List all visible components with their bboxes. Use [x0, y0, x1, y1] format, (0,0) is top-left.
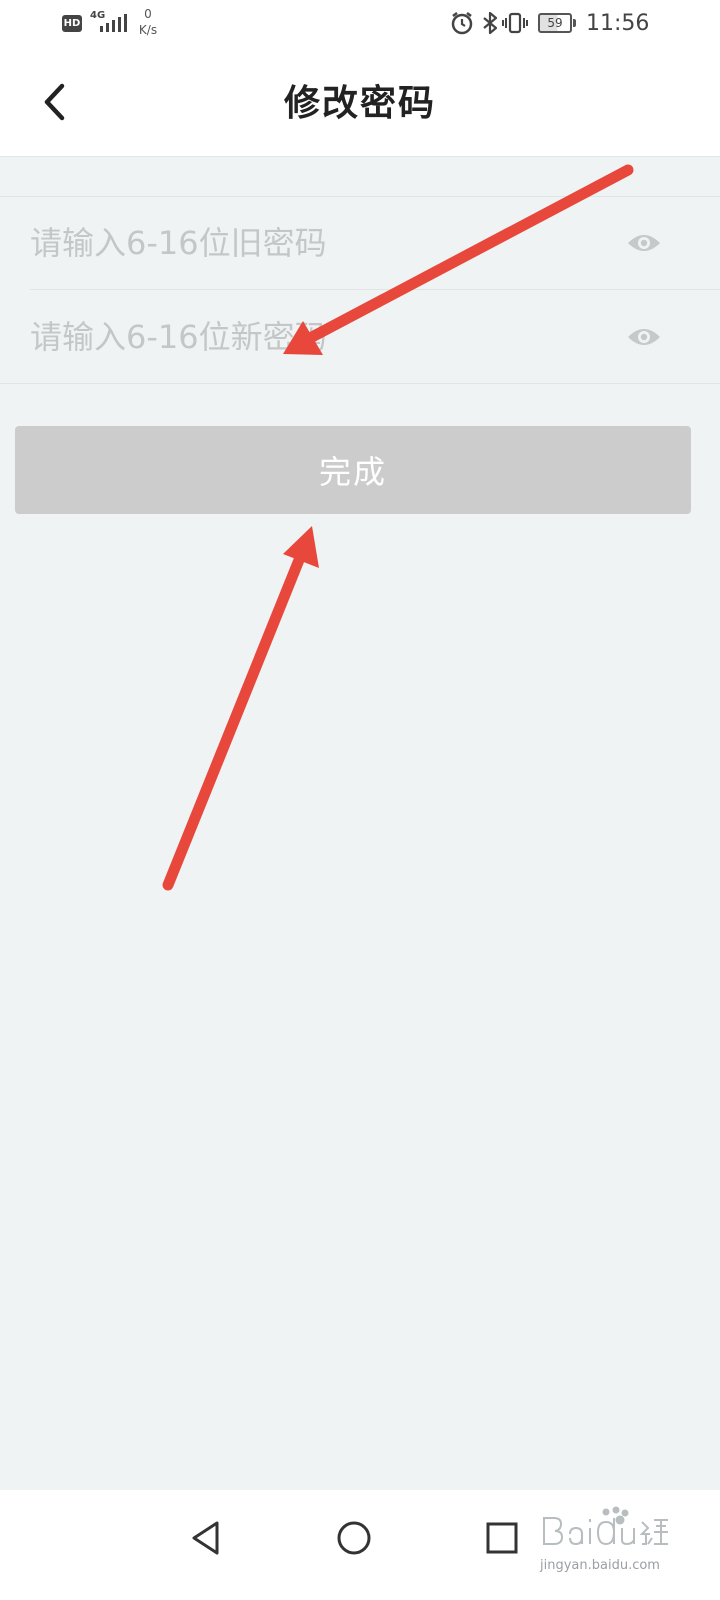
home-circle-icon	[337, 1521, 371, 1555]
back-button[interactable]	[30, 76, 80, 128]
network-speed: 0 K/s	[136, 6, 160, 38]
page-title: 修改密码	[283, 82, 436, 124]
hd-voice-badge: HD	[62, 15, 82, 32]
new-password-input[interactable]	[30, 291, 610, 383]
vibrate-icon	[502, 12, 528, 34]
battery-tip	[573, 19, 576, 27]
nav-recent-apps-button[interactable]	[472, 1508, 532, 1568]
nav-home-button[interactable]	[324, 1508, 384, 1568]
watermark: jingyan.baidu.com	[540, 1496, 710, 1586]
bluetooth-icon	[483, 11, 498, 35]
eye-icon	[628, 329, 660, 345]
alarm-icon	[451, 12, 473, 35]
back-triangle-icon	[192, 1521, 219, 1555]
network-speed-value: 0	[144, 7, 152, 21]
password-form	[0, 196, 720, 384]
recent-square-icon	[486, 1522, 518, 1554]
watermark-url: jingyan.baidu.com	[540, 1558, 660, 1573]
status-bar: HD 4G 0 K/s 59 11:56	[0, 0, 720, 50]
network-speed-unit: K/s	[138, 23, 158, 37]
new-password-row	[30, 291, 720, 384]
signal-strength-icon	[100, 14, 127, 32]
old-password-row	[30, 197, 720, 290]
toggle-old-password-visibility[interactable]	[624, 225, 664, 261]
baidu-jingyan-logo	[543, 1506, 668, 1546]
done-button[interactable]: 完成	[15, 426, 691, 514]
status-icons	[451, 11, 528, 35]
chevron-left-icon	[44, 83, 65, 121]
toggle-new-password-visibility[interactable]	[624, 319, 664, 355]
battery-icon: 59	[538, 13, 572, 33]
header: 修改密码	[0, 50, 720, 157]
eye-icon	[628, 235, 660, 251]
status-time: 11:56	[586, 11, 650, 36]
arrow-annotation	[162, 526, 319, 891]
old-password-input[interactable]	[30, 197, 610, 289]
nav-back-button[interactable]	[176, 1508, 236, 1568]
